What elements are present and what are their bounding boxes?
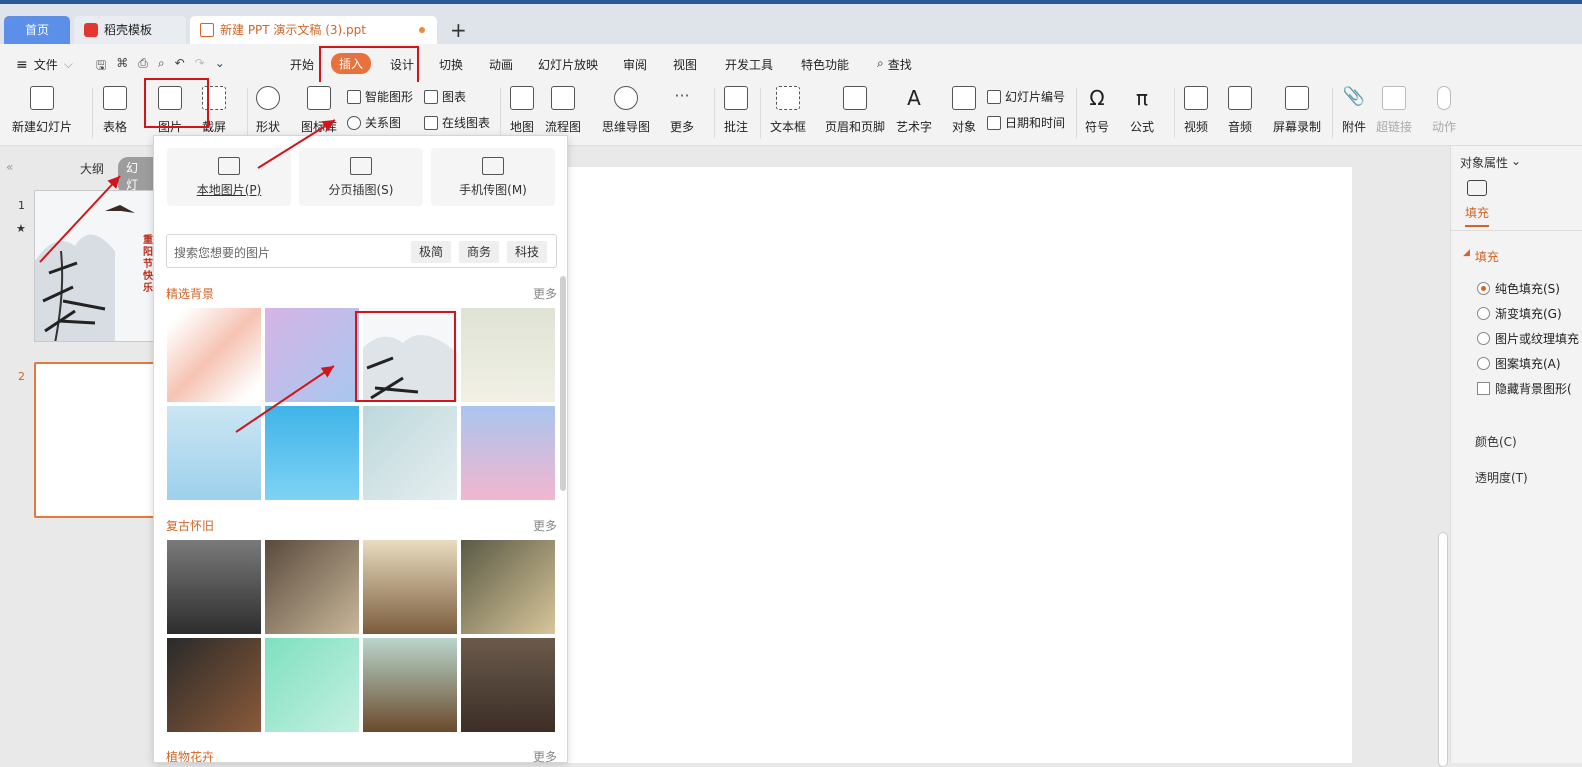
annotation-arrows (39, 119, 336, 433)
